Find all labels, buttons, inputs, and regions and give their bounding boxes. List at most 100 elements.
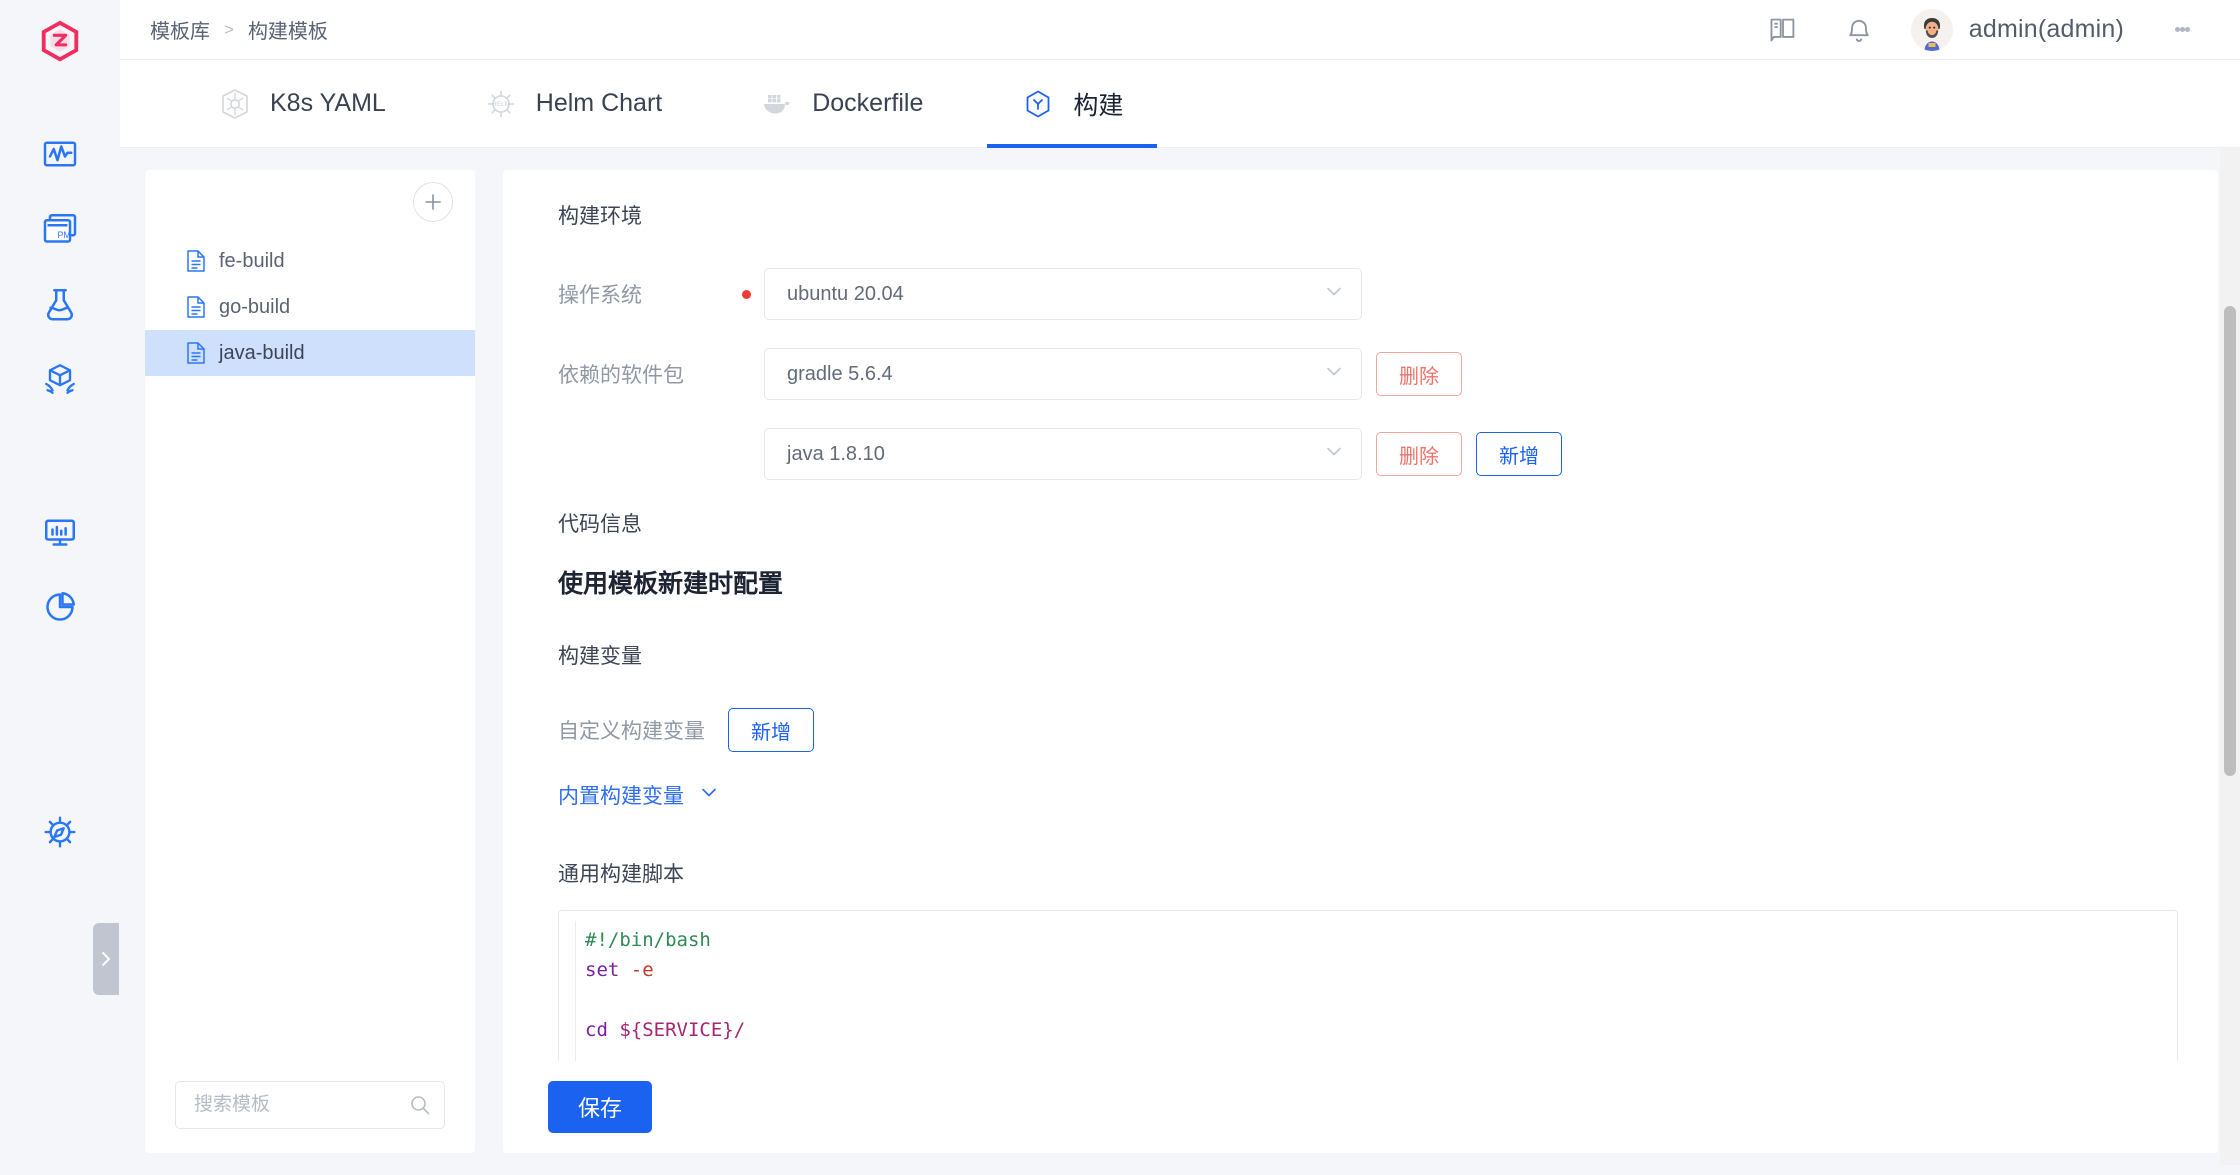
required-indicator [728, 289, 764, 299]
page-scrollbar-thumb[interactable] [2224, 306, 2236, 776]
template-name: fe-build [219, 249, 285, 272]
sidebar-item-settings[interactable] [0, 794, 120, 869]
add-dependency-button[interactable]: 新增 [1476, 432, 1562, 476]
template-search-bar [145, 1057, 475, 1153]
kebab-dot [2179, 27, 2185, 32]
search-input[interactable] [175, 1081, 445, 1129]
build-script-section-title: 通用构建脚本 [558, 863, 684, 886]
chevron-down-icon [698, 781, 720, 809]
document-icon [185, 295, 207, 319]
kebab-dot [2184, 27, 2190, 32]
sidebar-item-report[interactable] [0, 569, 120, 644]
chevron-down-icon [1323, 440, 1345, 468]
tab-dockerfile[interactable]: Dockerfile [726, 60, 957, 147]
tab-label: Dockerfile [812, 89, 924, 117]
monitor-wave-icon [43, 141, 77, 166]
tab-helm-chart[interactable]: HELM Helm Chart [450, 60, 696, 147]
user-avatar-icon [1910, 8, 1953, 51]
rail-icon-list: PM [0, 116, 120, 869]
sidebar-item-pm[interactable]: PM [0, 191, 120, 266]
dependency-select-1[interactable]: gradle 5.6.4 [764, 348, 1362, 400]
kebab-dot [2174, 27, 2180, 32]
breadcrumb: 模板库 > 构建模板 [150, 15, 328, 44]
notifications-button[interactable] [1821, 0, 1897, 60]
builtin-variables-label: 内置构建变量 [558, 785, 684, 808]
delete-dependency-button-1[interactable]: 删除 [1376, 352, 1462, 396]
os-select[interactable]: ubuntu 20.04 [764, 268, 1362, 320]
template-list-panel: fe-build go-build java-build 搜索模板 [145, 170, 475, 1153]
tab-k8s-yaml[interactable]: K8s YAML [184, 60, 420, 147]
os-label: 操作系统 [558, 284, 642, 307]
list-item-selected[interactable]: java-build [145, 330, 475, 376]
tab-build[interactable]: 构建 [987, 60, 1158, 148]
delete-dependency-button-2[interactable]: 删除 [1376, 432, 1462, 476]
content-area: fe-build go-build java-build 搜索模板 构建环境 操… [120, 148, 2240, 1175]
svg-text:PM: PM [58, 229, 71, 239]
pm-windows-icon: PM [43, 213, 77, 243]
helm-icon: HELM [484, 87, 518, 121]
chevron-down-icon [1323, 280, 1345, 308]
flask-icon [47, 288, 73, 320]
sidebar-item-dashboard[interactable] [0, 494, 120, 569]
list-item[interactable]: go-build [145, 284, 475, 330]
bar-chart-monitor-icon [45, 519, 75, 546]
svg-text:HELM: HELM [492, 101, 510, 108]
template-type-tabs: K8s YAML HELM Helm Chart Dockerfile 构建 [120, 60, 2240, 148]
breadcrumb-root[interactable]: 模板库 [150, 15, 210, 44]
sidebar-item-monitoring[interactable] [0, 116, 120, 191]
tab-label: 构建 [1073, 91, 1124, 120]
os-select-value: ubuntu 20.04 [787, 282, 904, 305]
app-logo[interactable] [34, 16, 86, 68]
header-actions: admin(admin) [1745, 0, 2214, 60]
dependencies-label: 依赖的软件包 [558, 364, 684, 387]
left-nav-rail: PM [0, 0, 120, 1175]
build-template-form-card: 构建环境 操作系统 ubuntu 20.04 依赖的软件包 gradle 5.6… [503, 170, 2218, 1153]
chevron-right-icon [102, 952, 110, 966]
header-more-button[interactable] [2150, 0, 2214, 60]
search-icon [409, 1094, 431, 1121]
bottom-strip [0, 1165, 2240, 1175]
dependency-row-1: 依赖的软件包 gradle 5.6.4 删除 [558, 348, 2188, 400]
build-script-editor[interactable]: #!/bin/bash set -e cd ${SERVICE}/ # 编译 g… [558, 910, 2178, 1061]
template-name: java-build [219, 341, 305, 364]
sidebar-item-delivery[interactable] [0, 341, 120, 416]
dependency-row-2: java 1.8.10 删除 新增 [558, 428, 2188, 480]
sidebar-collapse-handle[interactable] [93, 923, 119, 995]
dependency-select-2[interactable]: java 1.8.10 [764, 428, 1362, 480]
build-env-section-title: 构建环境 [558, 205, 642, 228]
chevron-down-icon [1323, 360, 1345, 388]
code-info-note: 使用模板新建时配置 [558, 570, 784, 598]
document-icon [185, 249, 207, 273]
document-icon [185, 341, 207, 365]
main-region: 模板库 > 构建模板 admin(admin) K8s YAML HELM He… [120, 0, 2240, 1175]
script-code[interactable]: #!/bin/bash set -e cd ${SERVICE}/ # 编译 g… [559, 925, 2177, 1061]
sidebar-item-test[interactable] [0, 266, 120, 341]
tab-label: K8s YAML [270, 89, 386, 117]
user-name-label[interactable]: admin(admin) [1969, 15, 2124, 44]
app-root: PM 模板库 > 构建模板 admin(admin) K8s YAML HELM… [0, 0, 2240, 1175]
pie-chart-icon [46, 591, 75, 621]
build-variables-section-title: 构建变量 [558, 645, 642, 668]
save-button[interactable]: 保存 [548, 1081, 653, 1133]
dependency-value: gradle 5.6.4 [787, 362, 893, 385]
form-footer: 保存 [503, 1061, 2218, 1153]
form-scroll-area: 构建环境 操作系统 ubuntu 20.04 依赖的软件包 gradle 5.6… [503, 170, 2218, 1061]
builtin-variables-toggle[interactable]: 内置构建变量 [558, 780, 2188, 810]
add-template-button[interactable] [413, 182, 453, 222]
hexagon-z-logo-icon [41, 20, 79, 62]
tab-label: Helm Chart [535, 89, 663, 117]
book-icon [1770, 18, 1795, 41]
package-hands-icon [45, 363, 75, 394]
template-panel-toolbar [145, 170, 475, 234]
custom-variable-label: 自定义构建变量 [558, 720, 705, 743]
add-custom-variable-button[interactable]: 新增 [728, 708, 814, 752]
avatar[interactable] [1910, 8, 1953, 51]
code-inner: #!/bin/bash set -e cd ${SERVICE}/ # 编译 g… [559, 911, 2177, 1061]
os-form-row: 操作系统 ubuntu 20.04 [558, 268, 2188, 320]
docker-whale-icon [760, 87, 794, 121]
gear-compass-icon [44, 815, 76, 848]
plus-icon [425, 194, 441, 210]
docs-button[interactable] [1745, 0, 1821, 60]
cube-y-icon [1021, 87, 1055, 121]
list-item[interactable]: fe-build [145, 238, 475, 284]
